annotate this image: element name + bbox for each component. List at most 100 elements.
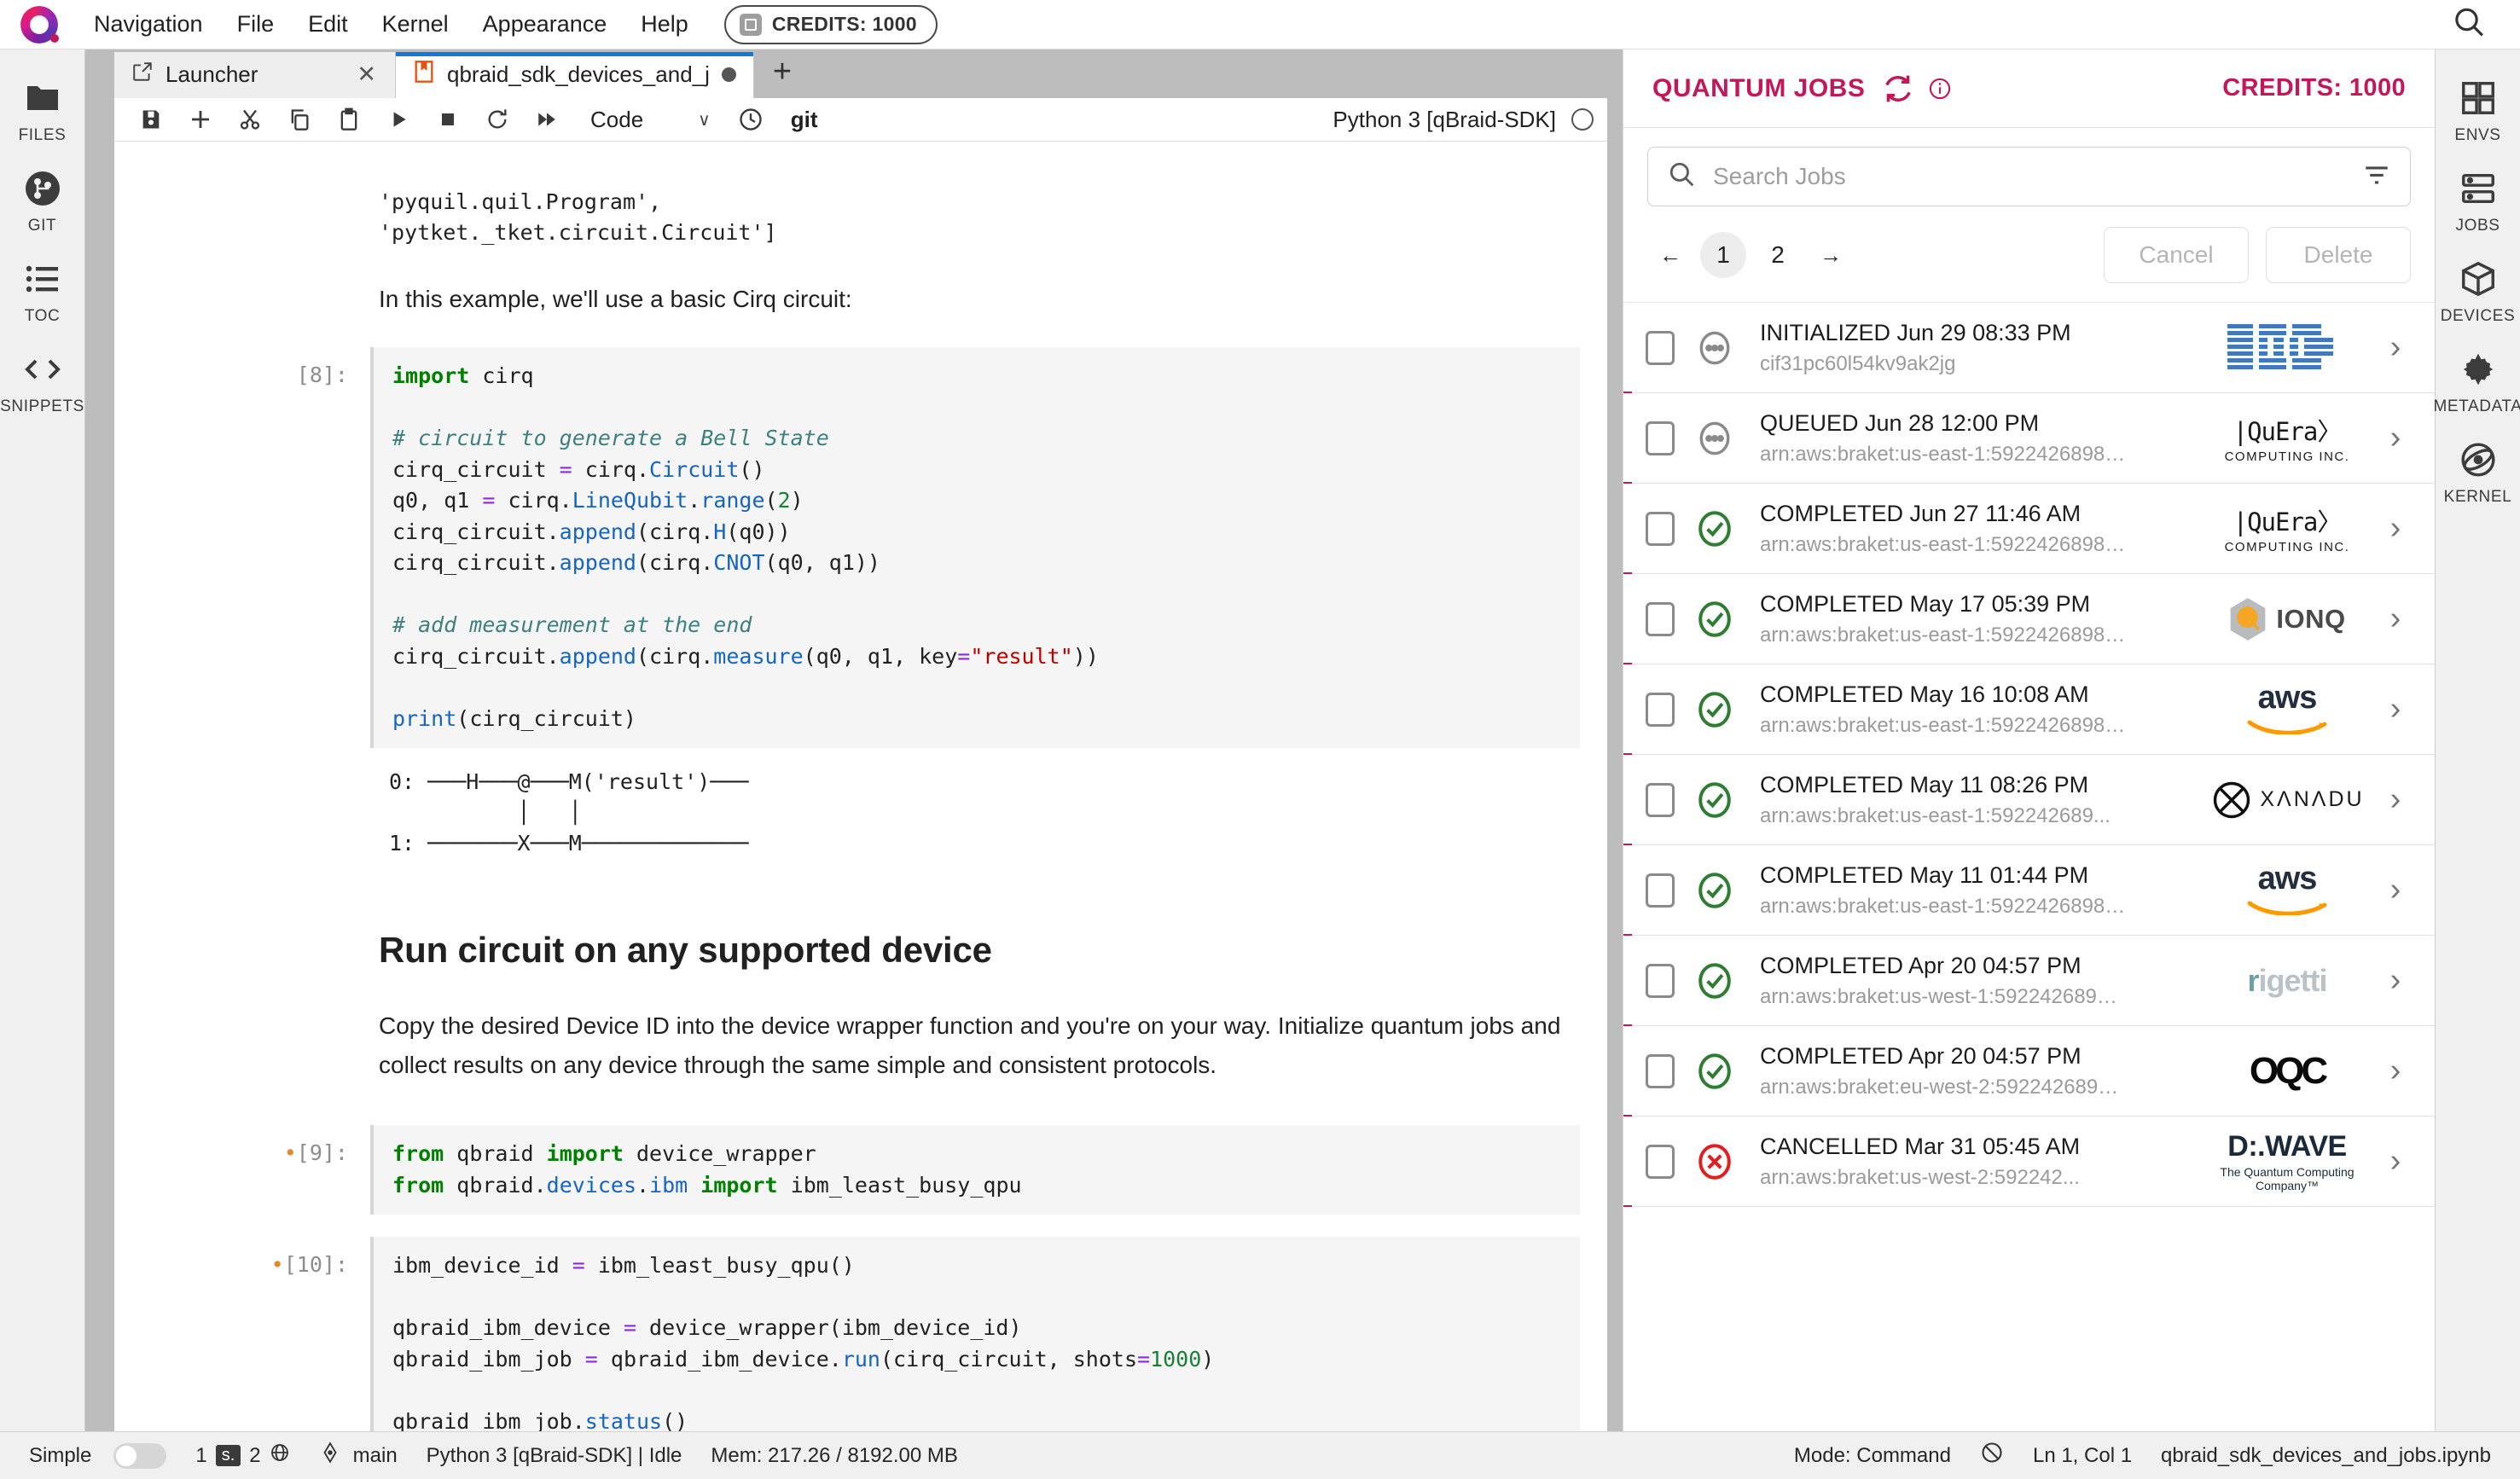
cell-prompt-10: •[10]:	[270, 1252, 348, 1278]
credits-badge[interactable]: CREDITS: 1000	[723, 4, 938, 44]
refresh-icon[interactable]	[1880, 71, 1916, 107]
cell-editor-8[interactable]: import cirq # circuit to generate a Bell…	[370, 347, 1580, 749]
sidebar-item-toc[interactable]: TOC	[0, 244, 85, 334]
git-toolbar-label[interactable]: git	[791, 107, 818, 133]
sidebar-item-devices[interactable]: DEVICES	[2436, 244, 2520, 334]
chevron-right-icon[interactable]: ›	[2377, 329, 2414, 366]
menu-help[interactable]: Help	[624, 6, 705, 43]
prev-page-icon[interactable]: ←	[1647, 232, 1693, 278]
sidebar-label-envs: ENVS	[2454, 126, 2501, 144]
sidebar-item-snippets[interactable]: SNIPPETS	[0, 334, 85, 425]
menu-edit[interactable]: Edit	[291, 6, 365, 43]
code-cell-9[interactable]: •[9]: from qbraid import device_wrapper …	[114, 1125, 1607, 1215]
job-row[interactable]: COMPLETED Apr 20 04:57 PM arn:aws:braket…	[1623, 936, 2435, 1026]
page-1-button[interactable]: 1	[1700, 232, 1746, 278]
code-cell-10[interactable]: •[10]: ibm_device_id = ibm_least_busy_qp…	[114, 1237, 1607, 1452]
job-row[interactable]: COMPLETED Apr 20 04:57 PM arn:aws:braket…	[1623, 1026, 2435, 1116]
delete-button[interactable]: Delete	[2266, 227, 2411, 283]
job-status-date: COMPLETED May 16 10:08 AM	[1760, 681, 2089, 707]
cut-icon[interactable]	[225, 98, 275, 141]
run-all-icon[interactable]	[522, 98, 572, 141]
qbraid-logo-icon[interactable]	[15, 0, 63, 49]
kernel-idle-circle-icon	[1571, 108, 1594, 131]
job-checkbox[interactable]	[1646, 963, 1675, 998]
job-row[interactable]: COMPLETED May 11 08:26 PM arn:aws:braket…	[1623, 755, 2435, 845]
sidebar-item-envs[interactable]: ENVS	[2436, 63, 2520, 154]
job-row[interactable]: COMPLETED May 16 10:08 AM arn:aws:braket…	[1623, 664, 2435, 755]
jobs-search-box[interactable]	[1647, 147, 2411, 206]
chevron-right-icon[interactable]: ›	[2377, 781, 2414, 818]
job-row[interactable]: QUEUED Jun 28 12:00 PM arn:aws:braket:us…	[1623, 393, 2435, 484]
job-checkbox[interactable]	[1646, 692, 1675, 727]
chevron-right-icon[interactable]: ›	[2377, 1143, 2414, 1180]
no-connection-icon[interactable]	[1980, 1441, 2004, 1470]
job-checkbox[interactable]	[1646, 420, 1675, 455]
job-checkbox[interactable]	[1646, 1053, 1675, 1088]
code-cell-8[interactable]: [8]: import cirq # circuit to generate a…	[114, 347, 1607, 749]
chevron-right-icon[interactable]: ›	[2377, 1053, 2414, 1089]
restart-kernel-icon[interactable]	[473, 98, 522, 141]
job-row[interactable]: INITIALIZED Jun 29 08:33 PM cif31pc60l54…	[1623, 303, 2435, 393]
add-cell-icon[interactable]	[176, 98, 225, 141]
chevron-right-icon[interactable]: ›	[2377, 420, 2414, 456]
chevron-right-icon[interactable]: ›	[2377, 510, 2414, 547]
markdown-intro[interactable]: In this example, we'll use a basic Cirq …	[114, 249, 1607, 318]
cursor-position[interactable]: Ln 1, Col 1	[2033, 1444, 2132, 1468]
job-checkbox[interactable]	[1646, 782, 1675, 817]
cell-type-select[interactable]: Code ∨	[590, 107, 711, 133]
job-row[interactable]: COMPLETED May 17 05:39 PM arn:aws:braket…	[1623, 574, 2435, 664]
search-icon[interactable]	[2452, 4, 2486, 44]
search-input[interactable]	[1713, 163, 2345, 190]
next-page-icon[interactable]: →	[1808, 232, 1854, 278]
chevron-right-icon[interactable]: ›	[2377, 691, 2414, 728]
chevron-right-icon[interactable]: ›	[2377, 962, 2414, 999]
tab-notebook[interactable]: qbraid_sdk_devices_and_j	[396, 51, 754, 98]
cancel-button[interactable]: Cancel	[2104, 227, 2249, 283]
run-icon[interactable]	[374, 98, 423, 141]
job-text: COMPLETED Apr 20 04:57 PM arn:aws:braket…	[1741, 1043, 2198, 1099]
job-checkbox[interactable]	[1646, 873, 1675, 908]
git-branch-indicator[interactable]: main	[319, 1440, 398, 1471]
paste-icon[interactable]	[324, 98, 374, 141]
save-icon[interactable]	[126, 98, 176, 141]
job-checkbox[interactable]	[1646, 511, 1675, 546]
close-icon[interactable]: ✕	[355, 61, 378, 88]
kernel-state-label[interactable]: Python 3 [qBraid-SDK] | Idle	[427, 1444, 682, 1468]
sidebar-item-files[interactable]: FILES	[0, 63, 85, 154]
sidebar-item-metadata[interactable]: METADATA	[2433, 334, 2520, 425]
markdown-run-circuit[interactable]: Run circuit on any supported device Copy…	[114, 878, 1607, 1084]
simple-mode-toggle[interactable]: Simple	[29, 1442, 167, 1469]
job-row[interactable]: COMPLETED Jun 27 11:46 AM arn:aws:braket…	[1623, 484, 2435, 574]
sidebar-item-jobs[interactable]: JOBS	[2436, 154, 2520, 244]
menu-file[interactable]: File	[220, 6, 292, 43]
kernel-indicator[interactable]: Python 3 [qBraid-SDK]	[1333, 107, 1607, 133]
filter-icon[interactable]	[2362, 160, 2391, 194]
sidebar-item-kernel[interactable]: KERNEL	[2436, 425, 2520, 515]
tab-count: 1	[195, 1443, 207, 1467]
chevron-right-icon[interactable]: ›	[2377, 600, 2414, 637]
page-2-button[interactable]: 2	[1755, 232, 1801, 278]
grid-icon[interactable]	[270, 1442, 290, 1469]
job-checkbox[interactable]	[1646, 601, 1675, 636]
tab-launcher[interactable]: Launcher ✕	[114, 51, 396, 98]
menu-kernel[interactable]: Kernel	[365, 6, 466, 43]
info-icon[interactable]	[1928, 77, 1952, 101]
copy-icon[interactable]	[275, 98, 324, 141]
toggle-switch-icon[interactable]	[113, 1442, 167, 1469]
job-status-icon	[1688, 870, 1741, 911]
job-checkbox[interactable]	[1646, 1144, 1675, 1179]
job-row[interactable]: COMPLETED May 11 01:44 PM arn:aws:braket…	[1623, 845, 2435, 936]
menu-navigation[interactable]: Navigation	[77, 6, 220, 43]
sidebar-item-git[interactable]: GIT	[0, 154, 85, 244]
menu-appearance[interactable]: Appearance	[466, 6, 624, 43]
cell-editor-9[interactable]: from qbraid import device_wrapper from q…	[370, 1125, 1580, 1215]
cell-editor-10[interactable]: ibm_device_id = ibm_least_busy_qpu() qbr…	[370, 1237, 1580, 1452]
new-tab-button[interactable]: +	[754, 54, 810, 94]
stop-icon[interactable]	[423, 98, 473, 141]
job-checkbox[interactable]	[1646, 330, 1675, 365]
kernel-counts[interactable]: 1 s. 2	[195, 1442, 289, 1469]
clock-icon[interactable]	[726, 98, 775, 141]
notebook-scroll[interactable]: 'pyquil.quil.Program', 'pytket._tket.cir…	[114, 142, 1607, 1479]
job-row[interactable]: CANCELLED Mar 31 05:45 AM arn:aws:braket…	[1623, 1116, 2435, 1207]
chevron-right-icon[interactable]: ›	[2377, 872, 2414, 908]
